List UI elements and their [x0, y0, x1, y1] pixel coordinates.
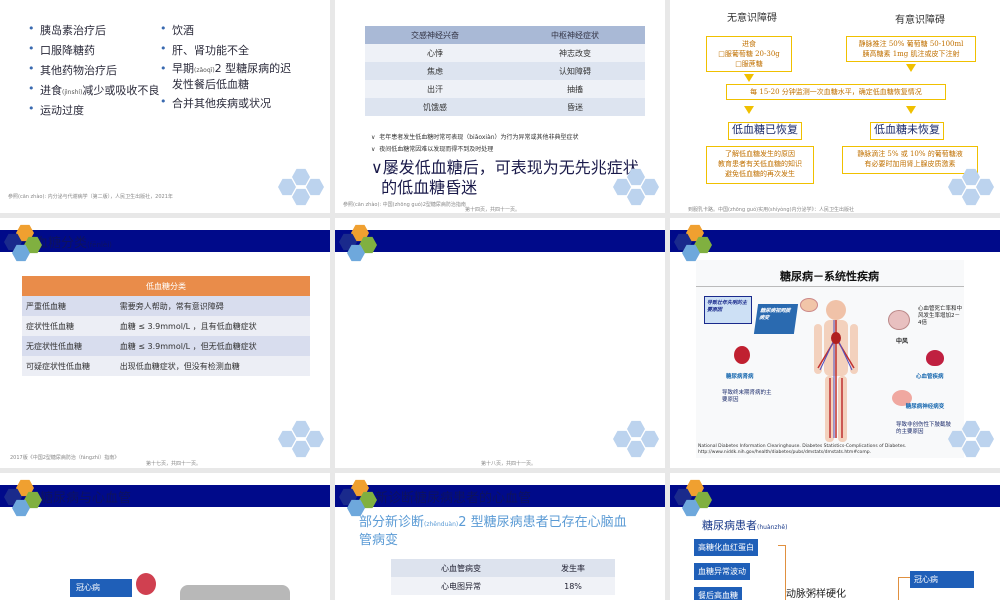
- cause-item: 饮酒: [160, 22, 194, 38]
- hexagon-decoration: [278, 420, 330, 468]
- classification-table: 低血糖分类 严重低血糖 需要旁人帮助，常有意识障碍 症状性低血糖 血糖 ≤ 3.9m…: [22, 276, 310, 376]
- arrow-down-icon: [906, 106, 916, 114]
- gray-box: [180, 585, 290, 600]
- heart-icon: [136, 573, 156, 595]
- slide-blank[interactable]: 第十八页，共四十一页。: [335, 218, 665, 468]
- cv-lesion-table: 心血管病变 发生率 心电图异常 18%: [391, 559, 615, 595]
- stroke-label: 中风: [896, 338, 909, 345]
- cause-item: 肝、肾功能不全: [160, 42, 249, 58]
- slide-footer: 参照(cān zhào): 内分泌与代谢病学（第二版），人民卫生出版社，2021…: [8, 194, 173, 200]
- kidney-icon: [734, 346, 750, 364]
- table-row: 心电图异常 18%: [391, 577, 615, 595]
- hexagon-decoration: [613, 168, 665, 213]
- flow-box-monitor: 每 15-20 分钟监测一次血糖水平，确定低血糖恢复情况: [726, 84, 946, 100]
- cause-item: 其他药物治疗后: [28, 62, 117, 78]
- hexagon-decoration: [948, 420, 1000, 468]
- slide-footer: 参照(cān zhào): 中国(zhōng guó)2型糖尿病防治指南: [343, 202, 466, 208]
- bracket-connector: [778, 545, 786, 600]
- flow-box-oral: 进食 □服葡萄糖 20-30g □服蔗糖: [706, 36, 792, 72]
- emphasis-text: ∨屡发低血糖后，可表现为无先兆症状 的低血糖昏迷: [371, 158, 639, 197]
- flow-box-not-recovered: 低血糖未恢复: [870, 122, 944, 140]
- diabetes-complications-figure: 糖尿病－系统性疾病 导致壮年失明的主要原因 糖尿病视网膜病变 中风 心血管死亡率…: [696, 260, 964, 458]
- cause-item: 早期(zǎoqī)2 型糖尿病的迟发性餐后低血糖: [160, 62, 291, 92]
- source-citation: National Diabetes Information Clearingho…: [698, 444, 907, 449]
- cause-item: 口服降糖药: [28, 42, 95, 58]
- note-line: ∨ 夜间低血糖常因难以发现而得不到及时处理: [371, 146, 494, 153]
- slide-footer: 2017版《中国2型糖尿病防治（fángzhì）指南》: [10, 455, 120, 461]
- nephropathy-desc: 导致终末期肾病的主要原因: [722, 390, 772, 403]
- arrow-down-icon: [906, 64, 916, 72]
- hexagon-decoration: [613, 420, 665, 468]
- slide-diabetes-cardiovascular[interactable]: 糖尿病与心血管 冠心病: [0, 473, 330, 600]
- cause-item: 胰岛素治疗后: [28, 22, 106, 38]
- table-row: 饥饿感 昏迷: [365, 98, 645, 116]
- cause-item: 进食(jìnshí)减少或吸收不良: [28, 82, 159, 98]
- cardio-label: 心血管疾病: [916, 374, 944, 380]
- table-row: 症状性低血糖 血糖 ≤ 3.9mmol/L ，且有低血糖症状: [22, 316, 310, 336]
- page-number: 第十四页，共四十一页。: [465, 207, 521, 213]
- patients-header: 糖尿病患者(huànzhě): [702, 519, 788, 532]
- table-header: 心血管病变: [391, 559, 531, 577]
- arrow-down-icon: [744, 106, 754, 114]
- human-body-figure: [814, 300, 858, 442]
- table-row: 出汗 抽搐: [365, 80, 645, 98]
- hexagon-logo: [339, 224, 399, 274]
- hexagon-decoration: [278, 168, 330, 213]
- page-number: 第十七页，共四十一页。: [146, 461, 202, 467]
- callout-blindness: 导致壮年失明的主要原因: [704, 296, 752, 324]
- hexagon-logo: [4, 479, 64, 529]
- symptom-table: 交感神经兴奋 中枢神经症状 心悸 神志改变 焦虑 认知障碍 出汗 抽搐 饥饿感 昏迷: [365, 26, 645, 116]
- heart-icon: [926, 350, 944, 366]
- cv-mortality-label: 心血管死亡率和中风发生率增加2－4倍: [918, 306, 963, 326]
- table-header: 中枢神经症状: [505, 26, 645, 44]
- lead-text: 部分新诊断(zhěnduàn)2 型糖尿病患者已存在心脑血 管病变: [359, 515, 627, 548]
- neuropathy-desc: 导致非创伤性下肢截肢的主要原因: [896, 422, 952, 435]
- nephropathy-label: 糖尿病肾病: [726, 374, 754, 380]
- slide-atherosclerosis[interactable]: 糖尿病患者(huànzhě) 高糖化血红蛋白 血糖异常波动 餐后高血糖 动脉粥样…: [670, 473, 1000, 600]
- slide-newly-diagnosed[interactable]: 新诊断糖尿病患者的心血管 部分新诊断(zhěnduàn)2 型糖尿病患者已存在心…: [335, 473, 665, 600]
- table-header: 发生率: [531, 559, 615, 577]
- table-header: 交感神经兴奋: [365, 26, 505, 44]
- slide-hypoglycemia-causes[interactable]: 胰岛素治疗后 口服降糖药 其他药物治疗后 进食(jìnshí)减少或吸收不良 运…: [0, 0, 330, 213]
- flow-box-iv: 静脉推注 50% 葡萄糖 50-100ml 胰高糖素 1mg 肌注或皮下注射: [846, 36, 976, 62]
- flow-box-education: 了解低血糖发生的原因 教育患者有关低血糖的知识 避免低血糖的再次发生: [706, 146, 814, 184]
- slide-treatment-flowchart[interactable]: 无意识障碍 有意识障碍 进食 □服葡萄糖 20-30g □服蔗糖 静脉推注 50…: [670, 0, 1000, 213]
- slide-systemic-disease[interactable]: 糖尿病－系统性疾病 导致壮年失明的主要原因 糖尿病视网膜病变 中风 心血管死亡率…: [670, 218, 1000, 468]
- flow-box-recovered: 低血糖已恢复: [728, 122, 802, 140]
- arrow-down-icon: [744, 74, 754, 82]
- hexagon-logo: [4, 224, 64, 274]
- cause-item: 运动过度: [28, 102, 84, 118]
- table-row: 严重低血糖 需要旁人帮助，常有意识障碍: [22, 296, 310, 316]
- table-row: 可疑症状性低血糖 出现低血糖症状，但没有检测血糖: [22, 356, 310, 376]
- cause-item: 合并其他疾病或状况: [160, 95, 271, 111]
- coronary-box: 冠心病: [910, 571, 974, 588]
- table-header: 低血糖分类: [22, 276, 310, 296]
- table-row: 焦虑 认知障碍: [365, 62, 645, 80]
- slide-footer: 到服乳卡路。中国(zhōng guó)实用(shíyòng)内分泌学》：人民卫生…: [688, 207, 855, 213]
- source-url: http://www.niddk.nih.gov/health/diabetes…: [698, 450, 871, 455]
- table-row: 无症状性低血糖 血糖 ≤ 3.9mmol/L ，但无低血糖症状: [22, 336, 310, 356]
- coronary-label: 冠心病: [70, 579, 132, 597]
- flow-header: 有意识障碍: [880, 14, 960, 28]
- page-number: 第十八页，共四十一页。: [481, 461, 537, 467]
- slide-thumbnail-grid: 胰岛素治疗后 口服降糖药 其他药物治疗后 进食(jìnshí)减少或吸收不良 运…: [0, 0, 1000, 600]
- risk-factor-box: 高糖化血红蛋白: [694, 539, 758, 556]
- brain-icon: [888, 310, 910, 330]
- bracket-connector: [898, 577, 910, 600]
- slide-hypoglycemia-classification[interactable]: 低血糖分类(fēnlèi) 低血糖分类 严重低血糖 需要旁人帮助，常有意识障碍 症…: [0, 218, 330, 468]
- risk-factor-box: 血糖异常波动: [694, 563, 750, 580]
- slide-hypoglycemia-symptoms[interactable]: 交感神经兴奋 中枢神经症状 心悸 神志改变 焦虑 认知障碍 出汗 抽搐 饥饿感 昏迷 ∨ …: [335, 0, 665, 213]
- retinopathy-label: 糖尿病视网膜病变: [753, 304, 799, 334]
- note-line: ∨ 老年患者发生低血糖时常可表现（biǎoxiàn）为行为异常或其他非典型症状: [371, 134, 579, 141]
- neuropathy-label: 糖尿病神经病变: [905, 404, 945, 410]
- table-row: 心悸 神志改变: [365, 44, 645, 62]
- hexagon-decoration: [948, 168, 1000, 213]
- flow-header: 无意识障碍: [712, 12, 792, 26]
- risk-factor-box: 餐后高血糖: [694, 587, 742, 600]
- figure-title: 糖尿病－系统性疾病: [780, 270, 879, 283]
- atherosclerosis-label: 动脉粥样硬化: [786, 589, 846, 600]
